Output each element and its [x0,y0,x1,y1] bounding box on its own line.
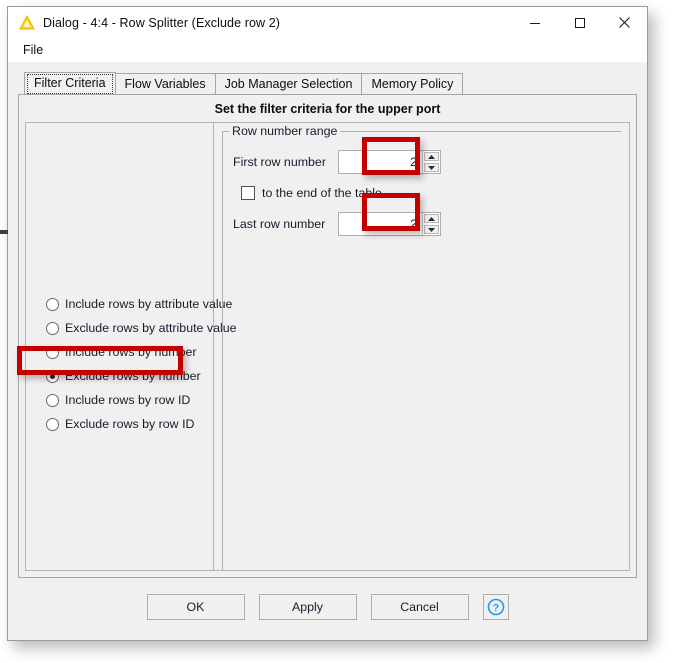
row-number-range-group: Row number range First row number 2 to t… [222,124,621,570]
tab-job-manager-selection[interactable]: Job Manager Selection [214,73,363,94]
title-bar: Dialog - 4:4 - Row Splitter (Exclude row… [8,7,647,38]
spinner-down-icon[interactable] [424,225,439,234]
close-icon[interactable] [602,7,647,38]
maximize-icon[interactable] [557,7,602,38]
exclude-rows-by-row-id-radio[interactable]: Exclude rows by row ID [26,412,214,436]
spinner-up-icon[interactable] [424,152,439,161]
dialog-footer: OK Apply Cancel ? [18,578,637,640]
first-row-number-label: First row number [233,155,326,169]
radio-label: Include rows by row ID [65,393,191,407]
spinner-down-icon[interactable] [424,163,439,172]
dialog-window: Dialog - 4:4 - Row Splitter (Exclude row… [7,6,648,641]
title-bar-left: Dialog - 4:4 - Row Splitter (Exclude row… [8,15,512,30]
tab-content-filter-criteria: Set the filter criteria for the upper po… [18,94,637,578]
radio-circle-icon [46,417,59,431]
radio-circle-icon [46,321,59,335]
include-rows-by-attribute-value-radio[interactable]: Include rows by attribute value [26,292,232,316]
to-end-of-table-checkbox[interactable]: to the end of the table [223,186,621,200]
last-row-spinner-arrows [422,213,440,235]
radio-label: Exclude rows by row ID [65,417,195,431]
tab-flow-variables-label: Flow Variables [124,77,206,91]
tab-memory-policy[interactable]: Memory Policy [361,73,464,94]
exclude-rows-by-attribute-value-radio[interactable]: Exclude rows by attribute value [26,316,237,340]
first-row-spinner-arrows [422,151,440,173]
row-number-range-title: Row number range [229,124,341,138]
last-row-number-field: Last row number 2 [223,212,621,236]
radio-label: Include rows by attribute value [65,297,233,311]
first-row-spinner[interactable]: 2 [338,150,441,174]
ok-button[interactable]: OK [146,594,245,620]
tab-filter-criteria-label: Filter Criteria [34,76,106,90]
row-number-range-pane: Row number range First row number 2 to t… [214,123,629,570]
include-rows-by-number-radio[interactable]: Include rows by number [26,340,214,364]
first-row-spinner-value[interactable]: 2 [339,151,422,173]
radio-circle-icon [46,345,59,359]
tab-flow-variables[interactable]: Flow Variables [114,73,216,94]
radio-circle-selected-icon [46,369,59,383]
window-controls [512,7,647,38]
exclude-rows-by-number-radio[interactable]: Exclude rows by number [26,364,214,388]
filter-mode-pane: Include rows by attribute value Exclude … [26,123,237,570]
spinner-up-icon[interactable] [424,214,439,223]
first-row-number-field: First row number 2 [223,150,621,174]
radio-label: Include rows by number [65,345,197,359]
dialog-body: Filter Criteria Flow Variables Job Manag… [8,62,647,640]
knime-triangle-icon [19,15,35,30]
help-icon: ? [487,598,504,616]
radio-circle-icon [46,297,59,311]
last-row-spinner[interactable]: 2 [338,212,441,236]
cancel-button[interactable]: Cancel [370,594,469,620]
apply-button[interactable]: Apply [258,594,357,620]
window-title: Dialog - 4:4 - Row Splitter (Exclude row… [43,15,281,30]
to-end-of-table-label: to the end of the table [262,186,382,200]
radio-circle-icon [46,393,59,407]
last-row-spinner-value[interactable]: 2 [339,213,422,235]
radio-label: Exclude rows by number [65,369,201,383]
radio-label: Exclude rows by attribute value [65,321,237,335]
panel-heading: Set the filter criteria for the upper po… [214,102,441,116]
help-button[interactable]: ? [482,594,509,620]
checkbox-icon[interactable] [241,186,255,200]
include-rows-by-row-id-radio[interactable]: Include rows by row ID [26,388,214,412]
tab-job-manager-selection-label: Job Manager Selection [224,77,353,91]
filter-criteria-split: Include rows by attribute value Exclude … [25,122,630,571]
menu-bar: File [8,38,647,62]
minimize-icon[interactable] [512,7,557,38]
tab-filter-criteria[interactable]: Filter Criteria [24,72,116,94]
tab-memory-policy-label: Memory Policy [371,77,454,91]
canvas-edge-stub [0,230,8,234]
last-row-number-label: Last row number [233,217,326,231]
filter-mode-radio-group: Include rows by attribute value Exclude … [26,292,237,436]
menu-item-file[interactable]: File [19,41,47,59]
svg-text:?: ? [492,602,498,614]
tab-strip: Filter Criteria Flow Variables Job Manag… [18,72,637,94]
